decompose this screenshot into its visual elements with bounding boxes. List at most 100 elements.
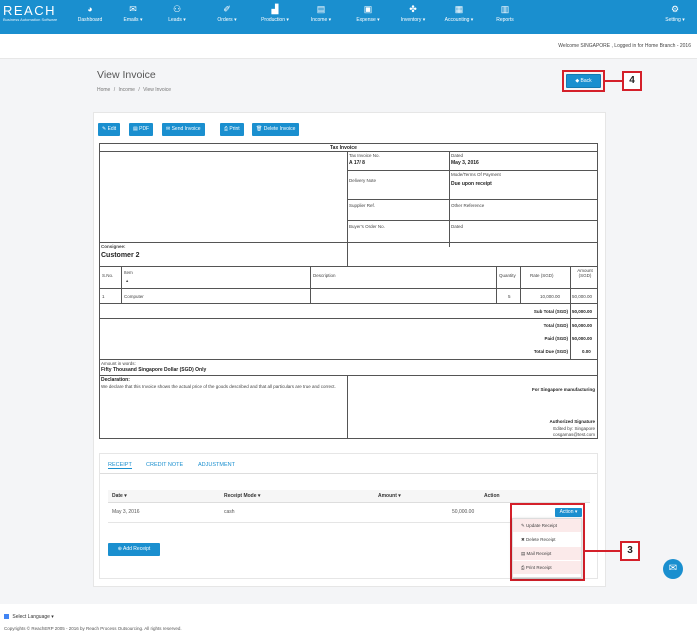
nav-inventory[interactable]: ✤ Inventory ▾ <box>395 0 431 34</box>
breadcrumb-current: View Invoice <box>143 87 172 93</box>
brand-tagline: Business Automation Software <box>3 17 58 22</box>
nav-production[interactable]: ▟ Production ▾ <box>255 0 295 34</box>
tax-invoice-no: A 17/ 8 <box>349 160 365 166</box>
nav-emails[interactable]: ✉ Emails ▾ <box>118 0 148 34</box>
nav-label: Setting ▾ <box>665 17 685 23</box>
rule <box>99 151 598 152</box>
callout-connector <box>585 550 620 552</box>
consignee-label: Consignee: <box>101 244 126 249</box>
brand-logo[interactable]: REACH Business Automation Software <box>3 4 57 23</box>
add-receipt-button[interactable]: ⊕ Add Receipt <box>108 543 160 556</box>
row-divider <box>108 522 510 523</box>
row-rate: 10,000.00 <box>540 294 561 299</box>
breadcrumb: Home / Income / View Invoice <box>97 87 173 93</box>
nav-settings[interactable]: ⚙ Setting ▾ <box>660 0 690 34</box>
google-icon <box>4 614 9 620</box>
factory-icon: ▟ <box>271 4 279 14</box>
nav-reports[interactable]: ▥ Reports <box>490 0 520 34</box>
rule <box>99 375 598 376</box>
money-icon: ▣ <box>363 4 373 14</box>
tab-receipt[interactable]: RECEIPT <box>108 462 132 469</box>
nav-label: Expense ▾ <box>356 17 380 23</box>
dashboard-icon: ◕ <box>87 4 93 14</box>
action-button[interactable]: Action ▾ <box>555 508 582 517</box>
chat-icon[interactable]: ✉ <box>663 559 683 579</box>
nav-leads[interactable]: ⚇ Leads ▾ <box>162 0 192 34</box>
amount-words: Fifty Thousand Singapore Dollar (SGD) On… <box>101 367 207 373</box>
authorized-signature: Authorized Signature <box>549 419 595 424</box>
rule <box>99 288 598 289</box>
col-item[interactable]: Item <box>124 270 133 275</box>
print-receipt-item[interactable]: ⎙ Print Receipt <box>513 561 581 575</box>
dated-label: Dated <box>451 153 464 158</box>
nav-label: Accounting ▾ <box>444 17 474 23</box>
total-label: Total (SGD) <box>543 323 568 328</box>
receipt-mode: cash <box>224 509 235 515</box>
receipt-table-header <box>108 490 590 503</box>
breadcrumb-income[interactable]: Income <box>119 87 135 93</box>
mail-receipt-item[interactable]: ▤ Mail Receipt <box>513 547 581 561</box>
nav-label: Orders ▾ <box>217 17 237 23</box>
update-receipt-item[interactable]: ✎ Update Receipt <box>513 519 581 533</box>
delivery-note-label: Delivery Note <box>349 178 377 183</box>
rule <box>99 266 598 267</box>
row-quantity: 5 <box>508 294 511 299</box>
envelope-icon: ✉ <box>129 4 137 14</box>
language-label: Select Language ▾ <box>12 614 54 620</box>
app-root: REACH Business Automation Software ◕ Das… <box>0 0 697 636</box>
col-rate: Rate (SGD) <box>530 273 554 278</box>
nav-label: Inventory ▾ <box>400 17 426 23</box>
cart-icon: ✐ <box>223 4 231 14</box>
col-quantity: Quantity <box>499 273 516 278</box>
nav-dashboard[interactable]: ◕ Dashboard <box>75 0 105 34</box>
invoice-table <box>99 143 598 439</box>
total-due-value: 0.00 <box>582 349 591 354</box>
rule <box>99 359 598 360</box>
col-receipt-mode[interactable]: Receipt Mode ▾ <box>224 493 260 499</box>
pdf-button[interactable]: ▤ PDF <box>129 123 154 136</box>
send-invoice-button[interactable]: ✉ Send Invoice <box>162 123 205 136</box>
nav-orders[interactable]: ✐ Orders ▾ <box>210 0 244 34</box>
subtotal-label: Sub Total (SGD) <box>533 309 568 314</box>
paid-value: 50,000.00 <box>572 336 593 341</box>
print-button[interactable]: ⎙ Print <box>220 123 244 136</box>
rule <box>496 266 497 303</box>
tabs-divider <box>100 473 597 474</box>
declaration-label: Declaration: <box>101 377 130 383</box>
rule <box>310 266 311 303</box>
nav-label: Production ▾ <box>261 17 289 23</box>
col-date[interactable]: Date ▾ <box>112 493 127 499</box>
sort-up-icon[interactable]: ▴ <box>126 278 128 284</box>
tab-adjustment[interactable]: ADJUSTMENT <box>198 462 235 468</box>
rule <box>99 318 598 319</box>
nav-label: Leads ▾ <box>168 17 186 23</box>
nav-label: Income ▾ <box>310 17 332 23</box>
nav-income[interactable]: ▤ Income ▾ <box>305 0 337 34</box>
other-reference-label: Other Reference <box>451 203 485 208</box>
for-company: For Singapore manufacturing <box>531 387 595 392</box>
subtotal-value: 50,000.00 <box>572 309 593 314</box>
nav-accounting[interactable]: ▦ Accounting ▾ <box>440 0 478 34</box>
breadcrumb-home[interactable]: Home <box>97 87 110 93</box>
delete-invoice-button[interactable]: 🗑 Delete Invoice <box>252 123 300 136</box>
rule <box>121 266 122 303</box>
col-sno: S.No. <box>102 273 114 278</box>
nav-expense[interactable]: ▣ Expense ▾ <box>350 0 386 34</box>
gear-icon: ⚙ <box>670 4 680 14</box>
tax-invoice-no-label: Tax Invoice No. <box>349 153 380 158</box>
nav-label: Emails ▾ <box>123 17 143 23</box>
language-select[interactable]: Select Language ▾ <box>4 614 54 620</box>
dated2-label: Dated <box>451 224 464 229</box>
col-amount[interactable]: Amount ▾ <box>378 493 401 499</box>
tab-credit-note[interactable]: CREDIT NOTE <box>146 462 183 468</box>
mode-terms-value: Due upon receipt <box>451 181 492 187</box>
buyer-order-label: Buyer's Order No. <box>349 224 385 229</box>
calculator-icon: ▦ <box>454 4 464 14</box>
users-icon: ⚇ <box>172 4 182 14</box>
action-dropdown: ✎ Update Receipt ✖ Delete Receipt ▤ Mail… <box>512 518 582 578</box>
rule <box>570 266 571 360</box>
page-title: View Invoice <box>97 69 156 81</box>
back-button[interactable]: ◆ Back <box>566 74 601 88</box>
edit-button[interactable]: ✎ Edit <box>98 123 121 136</box>
delete-receipt-item[interactable]: ✖ Delete Receipt <box>513 533 581 547</box>
